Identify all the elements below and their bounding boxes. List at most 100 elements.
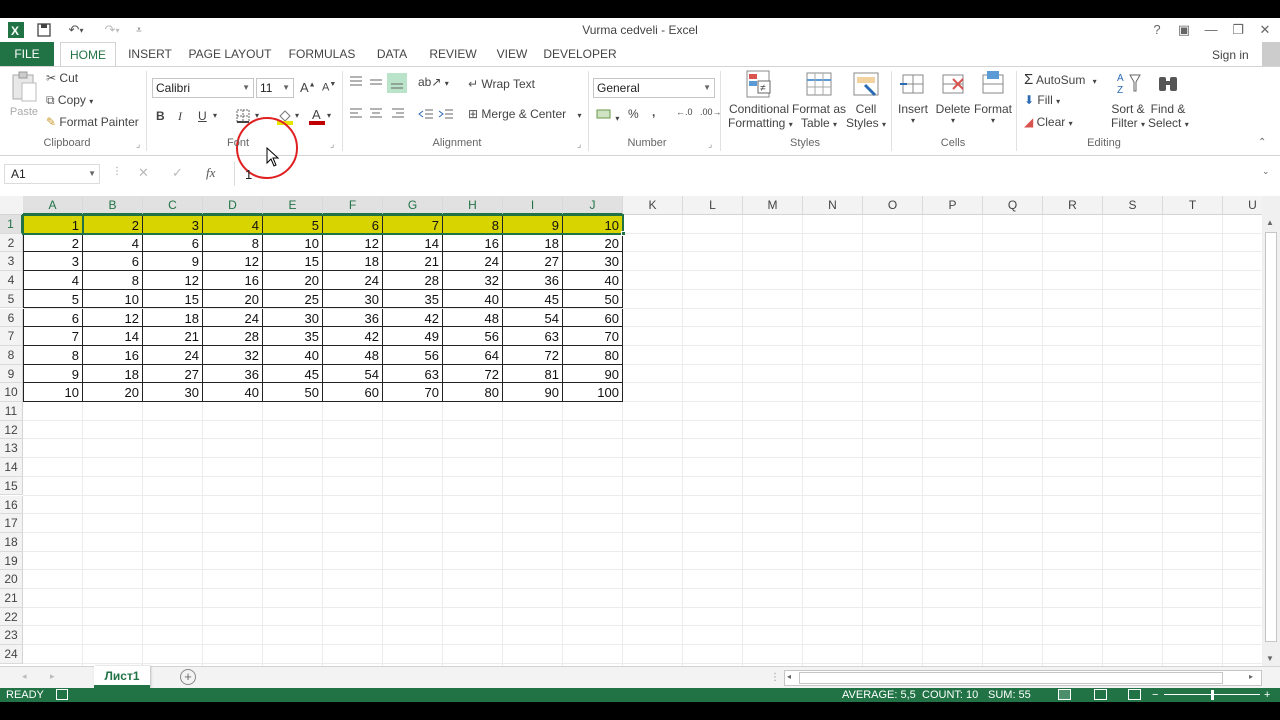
table-cell[interactable]: 10 <box>263 233 323 253</box>
row-header[interactable]: 16 <box>0 495 23 515</box>
horizontal-scrollbar[interactable]: ◂ ▸ <box>784 670 1262 686</box>
column-header[interactable]: Q <box>983 196 1043 215</box>
table-cell[interactable]: 56 <box>383 345 443 365</box>
table-cell[interactable]: 12 <box>83 308 143 328</box>
font-size-select[interactable]: 11 ▼ <box>256 78 294 98</box>
table-cell[interactable]: 18 <box>503 233 563 253</box>
comma-style-button[interactable]: , <box>652 105 655 119</box>
clipboard-launcher-icon[interactable]: ⌟ <box>136 139 140 150</box>
table-cell[interactable]: 40 <box>203 383 263 402</box>
copy-button[interactable]: ⧉ Copy ▾ <box>46 93 93 108</box>
italic-button[interactable]: I <box>178 109 182 124</box>
table-cell[interactable]: 8 <box>83 271 143 290</box>
account-avatar[interactable] <box>1262 42 1280 66</box>
percent-style-button[interactable]: % <box>628 107 639 121</box>
table-cell[interactable]: 72 <box>503 345 563 365</box>
number-format-select[interactable]: General ▼ <box>593 78 715 98</box>
zoom-out-icon[interactable]: − <box>1152 688 1158 702</box>
row-header[interactable]: 3 <box>0 252 23 272</box>
table-cell[interactable]: 6 <box>143 233 203 253</box>
table-cell[interactable]: 12 <box>143 271 203 290</box>
row-header[interactable]: 22 <box>0 607 23 627</box>
table-cell[interactable]: 80 <box>443 383 503 402</box>
table-cell[interactable]: 27 <box>503 252 563 272</box>
alignment-launcher-icon[interactable]: ⌟ <box>577 139 581 150</box>
tab-split-handle-icon[interactable]: ⋮ <box>770 672 780 683</box>
table-cell[interactable]: 24 <box>323 271 383 290</box>
table-cell[interactable]: 6 <box>23 308 83 328</box>
table-cell[interactable]: 4 <box>83 233 143 253</box>
increase-indent-icon[interactable] <box>438 107 454 124</box>
row-header[interactable]: 2 <box>0 233 23 253</box>
scroll-down-icon[interactable]: ▼ <box>1266 654 1274 663</box>
font-name-select[interactable]: Calibri ▼ <box>152 78 254 98</box>
vertical-scrollbar[interactable]: ▲ ▼ <box>1262 196 1280 666</box>
align-left-icon[interactable] <box>348 107 364 124</box>
tab-formulas[interactable]: FORMULAS <box>284 42 360 66</box>
column-header[interactable]: L <box>683 196 743 215</box>
table-cell[interactable]: 10 <box>23 383 83 402</box>
bold-button[interactable]: B <box>156 109 165 123</box>
column-header[interactable]: S <box>1103 196 1163 215</box>
merge-center-button[interactable]: ⊞ Merge & Center ▾ <box>468 107 581 121</box>
column-header[interactable]: G <box>383 196 443 215</box>
increase-decimal-icon[interactable]: ←.0 <box>676 107 693 117</box>
number-launcher-icon[interactable]: ⌟ <box>708 139 712 150</box>
column-header[interactable]: P <box>923 196 983 215</box>
row-header[interactable]: 7 <box>0 327 23 346</box>
row-header[interactable]: 21 <box>0 589 23 608</box>
column-header[interactable]: F <box>323 196 383 215</box>
column-header[interactable]: R <box>1043 196 1103 215</box>
table-cell[interactable]: 63 <box>383 364 443 384</box>
wrap-text-button[interactable]: ↵ Wrap Text <box>468 77 535 91</box>
align-bottom-icon[interactable] <box>387 73 407 93</box>
table-cell[interactable]: 7 <box>23 327 83 346</box>
fill-button[interactable]: ⬇ Fill ▾ <box>1024 93 1060 107</box>
table-cell[interactable]: 20 <box>83 383 143 402</box>
table-cell[interactable]: 36 <box>323 308 383 328</box>
table-cell[interactable]: 64 <box>443 345 503 365</box>
table-cell[interactable]: 15 <box>143 289 203 309</box>
table-cell[interactable]: 40 <box>563 271 623 290</box>
insert-function-icon[interactable]: fx <box>206 165 215 181</box>
conditional-formatting-button[interactable]: ≠ Conditional Formatting ▾ <box>728 69 793 130</box>
table-cell[interactable]: 36 <box>503 271 563 290</box>
row-header[interactable]: 9 <box>0 364 23 384</box>
table-cell[interactable]: 15 <box>263 252 323 272</box>
table-cell[interactable]: 8 <box>23 345 83 365</box>
table-cell[interactable]: 24 <box>203 308 263 328</box>
table-cell[interactable]: 45 <box>263 364 323 384</box>
clear-button[interactable]: ◢ Clear ▾ <box>1024 115 1073 129</box>
font-color-dropdown-icon[interactable]: ▾ <box>327 111 331 120</box>
table-cell[interactable]: 30 <box>563 252 623 272</box>
table-cell[interactable]: 48 <box>443 308 503 328</box>
delete-cells-button[interactable]: Delete ▾ <box>934 69 972 125</box>
ribbon-display-options-button[interactable]: ▣ <box>1170 20 1198 40</box>
close-button[interactable]: ✕ <box>1251 20 1279 40</box>
table-cell[interactable]: 40 <box>443 289 503 309</box>
row-header[interactable]: 24 <box>0 645 23 664</box>
tab-developer[interactable]: DEVELOPER <box>542 42 618 66</box>
table-cell[interactable]: 6 <box>83 252 143 272</box>
row-header[interactable]: 8 <box>0 345 23 365</box>
table-cell[interactable]: 18 <box>143 308 203 328</box>
table-cell[interactable]: 40 <box>263 345 323 365</box>
table-cell[interactable]: 45 <box>503 289 563 309</box>
tab-home[interactable]: HOME <box>60 42 116 67</box>
name-box[interactable]: A1 ▼ <box>4 164 100 184</box>
table-cell[interactable]: 20 <box>263 271 323 290</box>
row-header[interactable]: 14 <box>0 458 23 477</box>
table-cell[interactable]: 16 <box>83 345 143 365</box>
align-right-icon[interactable] <box>390 107 406 124</box>
tab-view[interactable]: VIEW <box>490 42 534 66</box>
table-cell[interactable]: 21 <box>383 252 443 272</box>
table-cell[interactable]: 80 <box>563 345 623 365</box>
fill-handle[interactable] <box>621 230 626 236</box>
decrease-decimal-icon[interactable]: .00→ <box>700 107 722 117</box>
table-cell[interactable]: 4 <box>23 271 83 290</box>
column-header[interactable]: M <box>743 196 803 215</box>
table-cell[interactable]: 36 <box>203 364 263 384</box>
column-header[interactable]: I <box>503 196 563 215</box>
collapse-ribbon-icon[interactable]: ⌃ <box>1258 137 1266 148</box>
table-cell[interactable]: 8 <box>203 233 263 253</box>
